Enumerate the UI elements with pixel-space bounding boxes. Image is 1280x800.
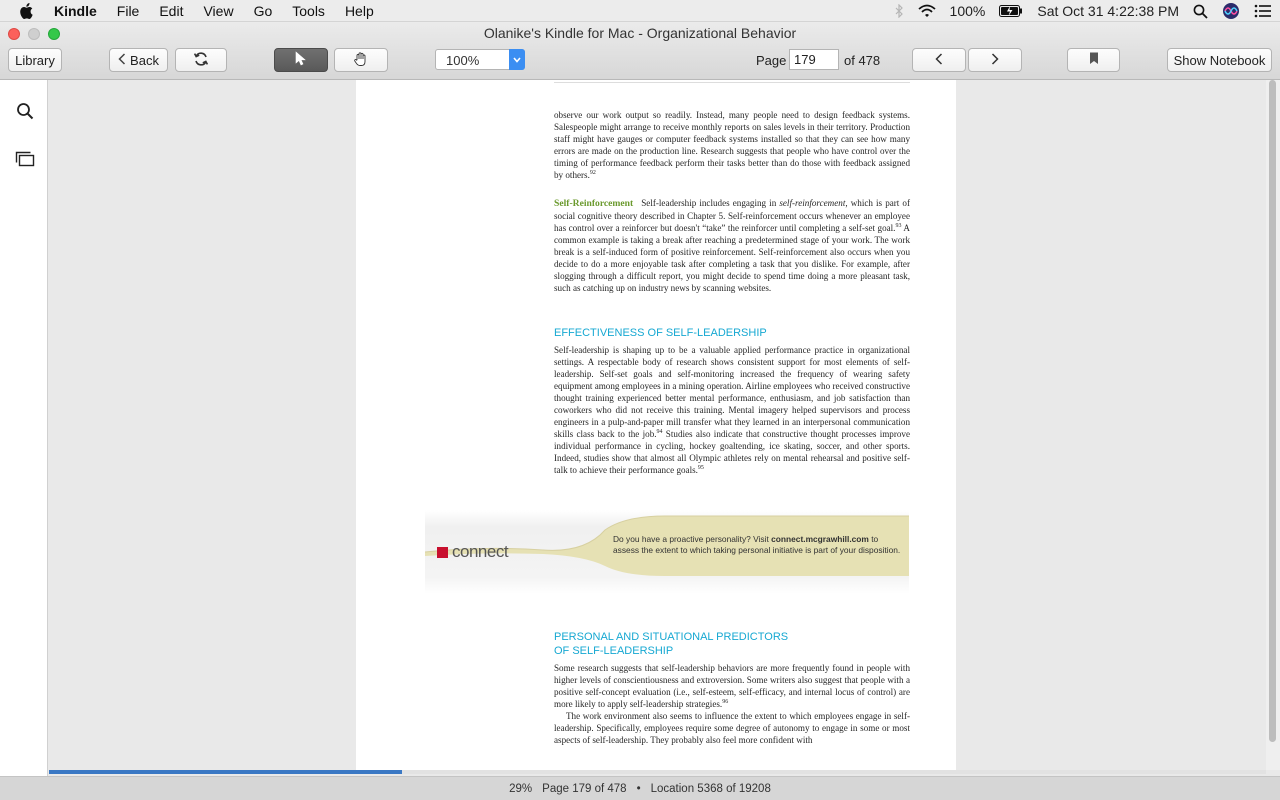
status-location: Location 5368 of 19208 xyxy=(650,782,771,795)
zoom-value: 100% xyxy=(446,53,480,68)
paragraph-self-reinforcement: Self-Reinforcement Self-leadership includ… xyxy=(554,197,910,294)
bookmark-icon xyxy=(1089,52,1099,68)
chevron-left-icon xyxy=(118,52,126,68)
connect-url-link[interactable]: connect.mcgrawhill.com xyxy=(771,534,869,544)
status-separator: • xyxy=(636,782,641,795)
reading-progress-fill xyxy=(49,770,402,774)
footnote-95[interactable]: 95 xyxy=(698,465,704,471)
predictors-heading-line-2: OF SELF-LEADERSHIP xyxy=(554,645,674,657)
page-label: Page xyxy=(756,53,787,68)
connect-logo: connect xyxy=(437,542,509,562)
vertical-scrollbar[interactable] xyxy=(1266,80,1280,770)
wifi-icon[interactable] xyxy=(917,4,936,18)
cursor-arrow-icon xyxy=(295,51,307,69)
window-title: Olanike's Kindle for Mac - Organizationa… xyxy=(483,25,797,41)
previous-page-button[interactable] xyxy=(912,48,966,72)
menu-go[interactable]: Go xyxy=(244,0,283,22)
footnote-92[interactable]: 92 xyxy=(590,170,596,176)
scrollbar-thumb[interactable] xyxy=(1269,80,1276,742)
connect-brand: connect xyxy=(452,542,509,561)
mcgraw-hill-logo-icon xyxy=(437,546,448,558)
select-tool-button[interactable] xyxy=(274,48,328,72)
library-button[interactable]: Library xyxy=(8,48,62,72)
predictors-text-2: The work environment also seems to influ… xyxy=(554,711,910,745)
flashcards-icon[interactable] xyxy=(14,148,36,170)
paragraph-effectiveness: Self-leadership is shaping up to be a va… xyxy=(554,344,910,476)
show-notebook-button[interactable]: Show Notebook xyxy=(1167,48,1272,72)
hand-tool-button[interactable] xyxy=(334,48,388,72)
library-button-label: Library xyxy=(15,52,55,68)
menu-help[interactable]: Help xyxy=(335,0,384,22)
menu-app-kindle[interactable]: Kindle xyxy=(36,0,107,22)
apple-menu-icon[interactable] xyxy=(16,0,36,22)
paragraph-feedback-text: observe our work output so readily. Inst… xyxy=(554,110,910,180)
status-page: Page 179 of 478 xyxy=(542,782,627,795)
chevron-down-icon[interactable] xyxy=(509,49,525,70)
menu-tools[interactable]: Tools xyxy=(282,0,335,22)
menu-bar: Kindle File Edit View Go Tools Help 100%… xyxy=(0,0,1280,22)
effectiveness-heading: EFFECTIVENESS OF SELF-LEADERSHIP xyxy=(554,327,767,339)
menu-edit[interactable]: Edit xyxy=(149,0,193,22)
self-reinforcement-text-1: Self-leadership includes engaging in xyxy=(641,198,780,208)
menubar-clock[interactable]: Sat Oct 31 4:22:38 PM xyxy=(1037,3,1179,19)
paragraph-feedback: observe our work output so readily. Inst… xyxy=(554,109,910,181)
book-page: observe our work output so readily. Inst… xyxy=(356,80,956,770)
connect-text-1: Do you have a proactive personality? Vis… xyxy=(613,534,772,544)
back-button-label: Back xyxy=(130,52,159,68)
window-titlebar: Olanike's Kindle for Mac - Organizationa… xyxy=(0,22,1280,80)
sync-button[interactable] xyxy=(175,48,227,72)
back-button[interactable]: Back xyxy=(109,48,168,72)
self-reinforcement-heading: Self-Reinforcement xyxy=(554,198,634,209)
connect-promo-text: Do you have a proactive personality? Vis… xyxy=(613,534,901,557)
next-page-button[interactable] xyxy=(968,48,1022,72)
self-reinforcement-text-3: A common example is taking a break after… xyxy=(554,223,911,293)
reading-pane[interactable]: observe our work output so readily. Inst… xyxy=(49,80,1266,770)
battery-percent: 100% xyxy=(949,3,986,19)
battery-icon[interactable] xyxy=(999,5,1023,17)
predictors-heading: PERSONAL AND SITUATIONAL PREDICTORS OF S… xyxy=(554,630,910,658)
spotlight-search-icon[interactable] xyxy=(1193,4,1208,19)
chevron-left-icon xyxy=(935,52,943,68)
connect-banner[interactable]: connect Do you have a proactive personal… xyxy=(425,510,909,594)
footnote-96[interactable]: 96 xyxy=(722,699,728,705)
zoom-select[interactable]: 100% xyxy=(435,49,525,70)
status-bar: 29% Page 179 of 478 • Location 5368 of 1… xyxy=(0,776,1280,800)
self-reinforcement-term: self-reinforcement, xyxy=(779,198,848,208)
effectiveness-text-1: Self-leadership is shaping up to be a va… xyxy=(554,345,910,439)
menu-file[interactable]: File xyxy=(107,0,150,22)
paragraph-predictors: Some research suggests that self-leaders… xyxy=(554,662,910,746)
page-number-input[interactable] xyxy=(789,49,839,70)
reader-sidebar xyxy=(0,80,48,776)
chevron-right-icon xyxy=(991,52,999,68)
hand-icon xyxy=(353,51,369,70)
bluetooth-icon[interactable] xyxy=(894,4,904,18)
predictors-text-1: Some research suggests that self-leaders… xyxy=(554,663,910,709)
predictors-heading-line-1: PERSONAL AND SITUATIONAL PREDICTORS xyxy=(554,631,789,643)
show-notebook-label: Show Notebook xyxy=(1173,52,1266,68)
running-head xyxy=(554,80,910,83)
siri-icon[interactable] xyxy=(1222,2,1240,20)
bookmark-button[interactable] xyxy=(1067,48,1120,72)
reading-progress-bar[interactable] xyxy=(49,770,1266,774)
notification-center-icon[interactable] xyxy=(1254,4,1272,18)
menu-view[interactable]: View xyxy=(193,0,243,22)
status-percent: 29% xyxy=(509,782,533,795)
search-icon[interactable] xyxy=(14,100,36,122)
page-total: of 478 xyxy=(844,53,881,68)
sync-icon xyxy=(193,51,209,70)
